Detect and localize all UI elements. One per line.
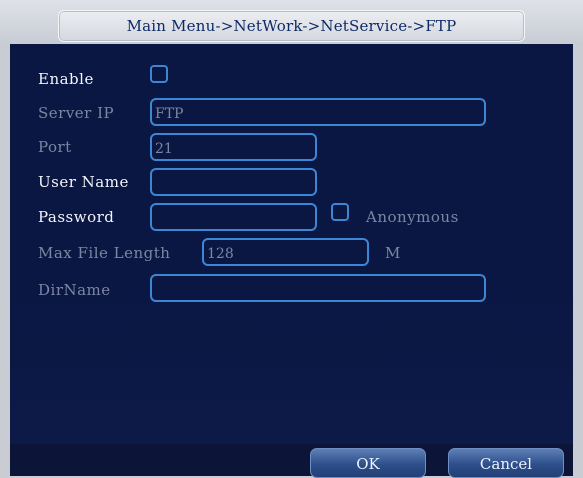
server-ip-label: Server IP [38, 104, 115, 122]
dirname-label: DirName [38, 281, 111, 299]
left-frame [0, 44, 10, 476]
window-title: Main Menu->NetWork->NetService->FTP [126, 17, 457, 35]
max-file-length-input[interactable]: 128 [202, 238, 369, 266]
password-input[interactable] [150, 203, 317, 231]
password-label: Password [38, 208, 115, 226]
port-label: Port [38, 138, 72, 156]
dirname-input[interactable] [150, 274, 486, 302]
username-label: User Name [38, 173, 129, 191]
server-ip-input[interactable]: FTP [150, 98, 486, 126]
anonymous-checkbox[interactable] [331, 203, 349, 221]
max-file-length-unit: M [385, 244, 401, 262]
title-pill: Main Menu->NetWork->NetService->FTP [58, 10, 525, 42]
port-input[interactable]: 21 [150, 133, 317, 161]
enable-checkbox[interactable] [150, 65, 168, 83]
username-input[interactable] [150, 168, 317, 196]
ftp-settings-window: Main Menu->NetWork->NetService->FTP Enab… [0, 0, 583, 478]
title-bar: Main Menu->NetWork->NetService->FTP [0, 0, 583, 44]
right-frame [573, 44, 583, 476]
max-file-length-label: Max File Length [38, 244, 171, 262]
ok-button[interactable]: OK [310, 448, 426, 478]
cancel-button[interactable]: Cancel [448, 448, 564, 478]
enable-label: Enable [38, 70, 94, 88]
anonymous-label: Anonymous [366, 208, 459, 226]
